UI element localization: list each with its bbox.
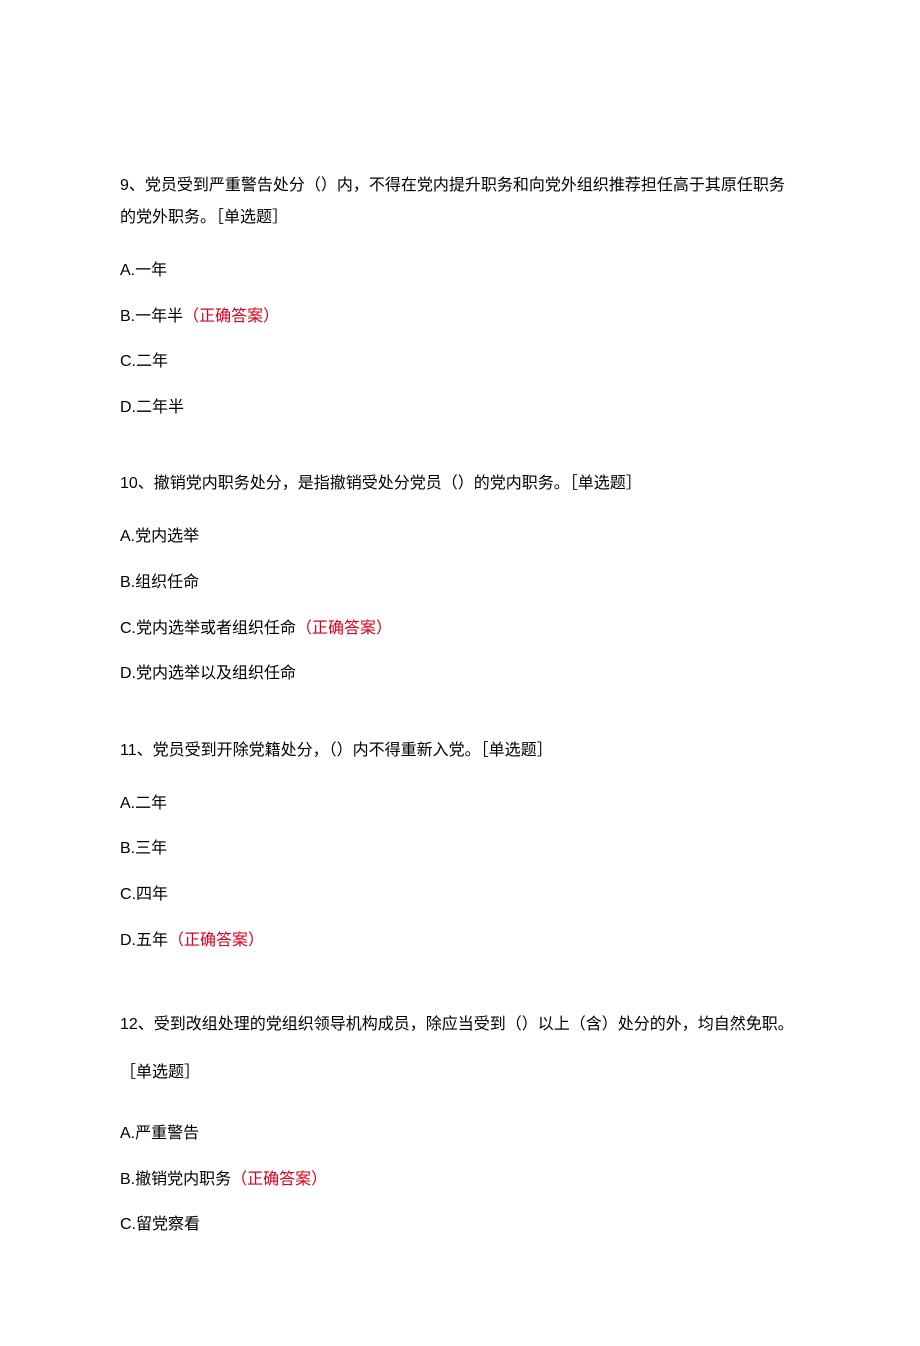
option-a: A.二年 bbox=[120, 791, 800, 817]
option-c: C.留党察看 bbox=[120, 1212, 800, 1238]
option-b: B.三年 bbox=[120, 836, 800, 862]
option-text: 留党察看 bbox=[136, 1216, 200, 1233]
option-text: 组织任命 bbox=[135, 574, 199, 591]
correct-answer-label: （正确答案） bbox=[296, 620, 392, 637]
option-label: C. bbox=[120, 1216, 136, 1233]
question-body: 、受到改组处理的党组织领导机构成员，除应当受到（）以上（含）处分的外，均自然免职… bbox=[120, 1016, 794, 1081]
correct-answer-label: （正确答案） bbox=[168, 932, 264, 949]
question-block: 12、受到改组处理的党组织领导机构成员，除应当受到（）以上（含）处分的外，均自然… bbox=[120, 1001, 800, 1238]
option-label: D. bbox=[120, 932, 136, 949]
option-text: 党内选举或者组织任命 bbox=[136, 620, 296, 637]
option-text: 二年 bbox=[135, 795, 167, 812]
option-label: B. bbox=[120, 574, 135, 591]
question-text: 12、受到改组处理的党组织领导机构成员，除应当受到（）以上（含）处分的外，均自然… bbox=[120, 1001, 800, 1097]
question-block: 10、撤销党内职务处分，是指撤销受处分党员（）的党内职务。［单选题］ A.党内选… bbox=[120, 468, 800, 686]
question-number: 12 bbox=[120, 1016, 138, 1033]
option-text: 二年 bbox=[136, 353, 168, 370]
option-text: 党内选举 bbox=[135, 528, 199, 545]
option-a: A.党内选举 bbox=[120, 524, 800, 550]
option-d: D.五年（正确答案） bbox=[120, 928, 800, 954]
option-label: B. bbox=[120, 308, 135, 325]
option-text: 五年 bbox=[136, 932, 168, 949]
option-d: D.二年半 bbox=[120, 395, 800, 421]
option-a: A.严重警告 bbox=[120, 1121, 800, 1147]
option-label: A. bbox=[120, 262, 135, 279]
option-label: A. bbox=[120, 1125, 135, 1142]
option-label: A. bbox=[120, 528, 135, 545]
question-body: 、撤销党内职务处分，是指撤销受处分党员（）的党内职务。［单选题］ bbox=[138, 475, 642, 492]
question-text: 11、党员受到开除党籍处分，（）内不得重新入党。［单选题］ bbox=[120, 735, 800, 767]
option-text: 党内选举以及组织任命 bbox=[136, 665, 296, 682]
option-a: A.一年 bbox=[120, 258, 800, 284]
correct-answer-label: （正确答案） bbox=[183, 308, 279, 325]
option-text: 一年 bbox=[135, 262, 167, 279]
option-label: C. bbox=[120, 886, 136, 903]
question-body: 、党员受到严重警告处分（）内，不得在党内提升职务和向党外组织推荐担任高于其原任职… bbox=[120, 177, 785, 226]
question-number: 11 bbox=[120, 742, 137, 759]
option-label: C. bbox=[120, 620, 136, 637]
option-label: B. bbox=[120, 840, 135, 857]
option-b: B.组织任命 bbox=[120, 570, 800, 596]
option-b: B.撤销党内职务（正确答案） bbox=[120, 1167, 800, 1193]
option-label: B. bbox=[120, 1171, 135, 1188]
option-c: C.二年 bbox=[120, 349, 800, 375]
question-block: 11、党员受到开除党籍处分，（）内不得重新入党。［单选题］ A.二年 B.三年 … bbox=[120, 735, 800, 953]
option-label: D. bbox=[120, 665, 136, 682]
question-body: 、党员受到开除党籍处分，（）内不得重新入党。［单选题］ bbox=[137, 742, 553, 759]
page-content: 9、党员受到严重警告处分（）内，不得在党内提升职务和向党外组织推荐担任高于其原任… bbox=[0, 0, 920, 1346]
option-text: 严重警告 bbox=[135, 1125, 199, 1142]
question-text: 9、党员受到严重警告处分（）内，不得在党内提升职务和向党外组织推荐担任高于其原任… bbox=[120, 170, 800, 234]
option-text: 一年半 bbox=[135, 308, 183, 325]
option-d: D.党内选举以及组织任命 bbox=[120, 661, 800, 687]
option-label: C. bbox=[120, 353, 136, 370]
option-label: A. bbox=[120, 795, 135, 812]
option-b: B.一年半（正确答案） bbox=[120, 304, 800, 330]
question-number: 9 bbox=[120, 177, 129, 194]
option-text: 二年半 bbox=[136, 399, 184, 416]
correct-answer-label: （正确答案） bbox=[231, 1171, 327, 1188]
option-text: 三年 bbox=[135, 840, 167, 857]
option-c: C.党内选举或者组织任命（正确答案） bbox=[120, 616, 800, 642]
question-block: 9、党员受到严重警告处分（）内，不得在党内提升职务和向党外组织推荐担任高于其原任… bbox=[120, 170, 800, 420]
option-text: 四年 bbox=[136, 886, 168, 903]
option-c: C.四年 bbox=[120, 882, 800, 908]
option-label: D. bbox=[120, 399, 136, 416]
option-text: 撤销党内职务 bbox=[135, 1171, 231, 1188]
question-number: 10 bbox=[120, 475, 138, 492]
question-text: 10、撤销党内职务处分，是指撤销受处分党员（）的党内职务。［单选题］ bbox=[120, 468, 800, 500]
